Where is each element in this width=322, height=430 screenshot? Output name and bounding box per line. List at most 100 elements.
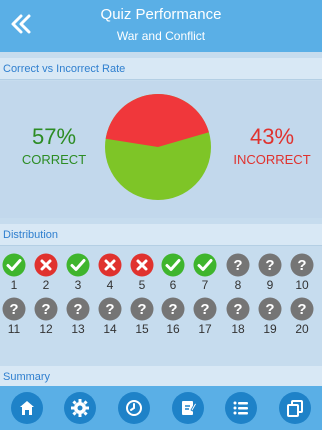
question-2-item[interactable]: 2 [30,253,62,297]
history-button[interactable] [118,392,151,424]
question-15-item[interactable]: ? 15 [126,297,158,341]
section-rate-label: Correct vs Incorrect Rate [0,58,322,80]
correct-label: CORRECT [21,152,87,167]
question-number: 9 [266,278,274,292]
notes-button[interactable] [171,392,204,424]
correct-percent: 57% [31,124,77,149]
question-number: 8 [234,278,242,292]
cross-icon [98,253,122,277]
svg-text:?: ? [41,301,50,318]
bottom-tab-bar [0,386,322,430]
question-number: 18 [231,322,245,336]
check-icon [66,253,90,277]
question-number: 13 [71,322,85,336]
list-button[interactable] [225,392,258,424]
svg-text:?: ? [200,301,209,318]
question-10-item[interactable]: ? 10 [286,253,318,297]
question-number: 10 [295,278,309,292]
question-7-item[interactable]: 7 [189,253,221,297]
home-button[interactable] [10,392,43,424]
question-number: 6 [169,278,177,292]
question-mark-icon: ? [226,253,250,277]
question-mark-icon: ? [2,297,26,321]
svg-text:?: ? [233,301,242,318]
svg-text:?: ? [265,257,274,274]
cross-icon [34,253,58,277]
svg-text:?: ? [297,257,306,274]
settings-button[interactable] [64,392,97,424]
question-mark-icon: ? [66,297,90,321]
question-4-item[interactable]: 4 [94,253,126,297]
svg-text:?: ? [297,301,306,318]
question-mark-icon: ? [290,253,314,277]
question-mark-icon: ? [226,297,250,321]
rate-panel: 57% CORRECT 43% INCORRECT [0,81,322,218]
question-number: 1 [10,278,18,292]
question-number: 17 [198,322,212,336]
question-mark-icon: ? [130,297,154,321]
home-icon [19,401,34,415]
incorrect-stat: 43% INCORRECT [222,124,322,167]
correct-stat: 57% CORRECT [4,124,104,167]
question-number: 4 [106,278,114,292]
question-number: 11 [7,322,21,336]
question-mark-icon: ? [161,297,185,321]
rate-pie-chart [105,93,211,200]
copy-button[interactable] [279,392,312,424]
question-number: 2 [42,278,50,292]
question-number: 5 [138,278,146,292]
svg-text:?: ? [9,301,18,318]
question-3-item[interactable]: 3 [62,253,94,297]
cross-icon [130,253,154,277]
header-bar: Quiz Performance War and Conflict [0,0,322,52]
incorrect-label: INCORRECT [233,152,311,167]
question-18-item[interactable]: ? 18 [222,297,254,341]
svg-text:?: ? [265,301,274,318]
copy-icon [287,400,304,417]
question-16-item[interactable]: ? 16 [157,297,189,341]
page-title: Quiz Performance [100,6,222,23]
check-icon [161,253,185,277]
question-number: 15 [135,322,149,336]
question-mark-icon: ? [290,297,314,321]
question-number: 7 [201,278,209,292]
svg-text:?: ? [137,301,146,318]
section-summary-label: Summary [0,366,322,388]
svg-text:?: ? [168,301,177,318]
gear-icon [71,399,90,417]
question-13-item[interactable]: ? 13 [62,297,94,341]
question-number: 19 [263,322,277,336]
list-icon [233,401,249,415]
question-19-item[interactable]: ? 19 [254,297,286,341]
question-20-item[interactable]: ? 20 [286,297,318,341]
clock-icon [126,400,143,416]
question-mark-icon: ? [34,297,58,321]
question-mark-icon: ? [258,253,282,277]
svg-text:?: ? [73,301,82,318]
question-12-item[interactable]: ? 12 [30,297,62,341]
question-11-item[interactable]: ? 11 [0,297,30,341]
check-icon [193,253,217,277]
question-17-item[interactable]: ? 17 [189,297,221,341]
question-number: 14 [103,322,117,336]
question-5-item[interactable]: 5 [126,253,158,297]
question-mark-icon: ? [193,297,217,321]
incorrect-percent: 43% [249,124,295,149]
question-number: 20 [295,322,309,336]
check-icon [2,253,26,277]
question-mark-icon: ? [258,297,282,321]
edit-note-icon [181,401,197,415]
question-1-item[interactable]: 1 [0,253,30,297]
question-6-item[interactable]: 6 [157,253,189,297]
question-mark-icon: ? [98,297,122,321]
question-number: 3 [74,278,82,292]
section-distribution-label: Distribution [0,224,322,246]
page-subtitle: War and Conflict [116,29,206,43]
question-14-item[interactable]: ? 14 [94,297,126,341]
question-number: 12 [39,322,53,336]
question-8-item[interactable]: ? 8 [222,253,254,297]
svg-text:?: ? [233,257,242,274]
svg-text:?: ? [105,301,114,318]
question-9-item[interactable]: ? 9 [254,253,286,297]
question-number: 16 [166,322,180,336]
